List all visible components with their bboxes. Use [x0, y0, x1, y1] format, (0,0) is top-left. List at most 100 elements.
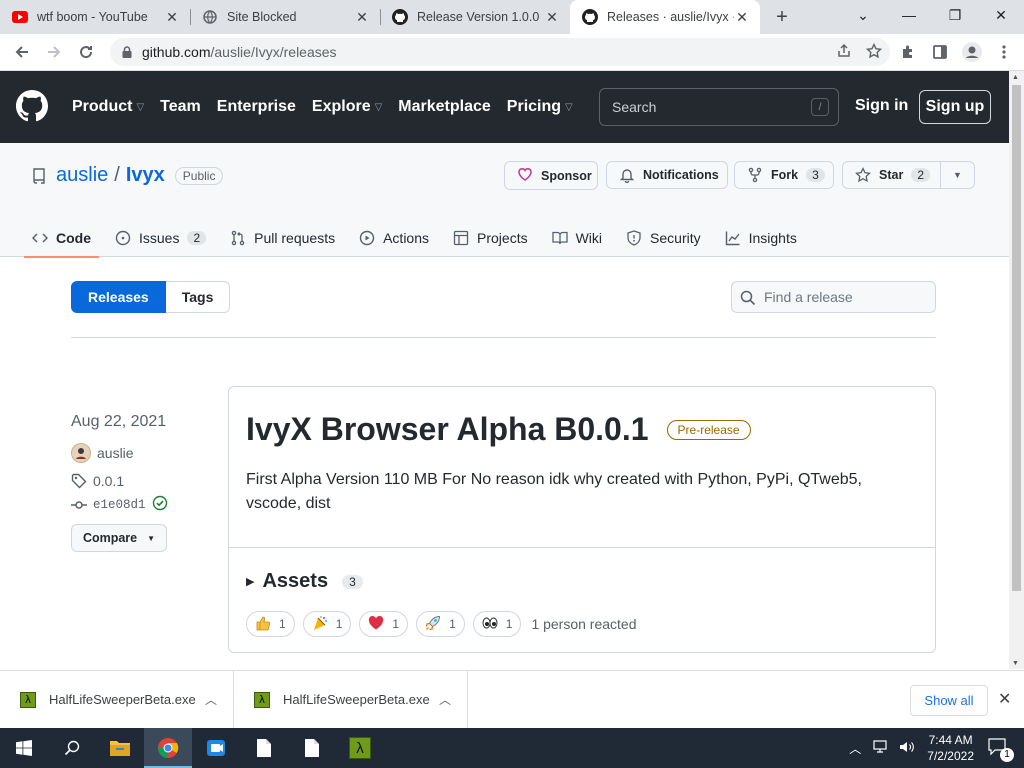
chevron-up-icon[interactable]: ︿ [439, 691, 451, 708]
close-tab-icon[interactable]: ✕ [164, 9, 180, 26]
close-tab-icon[interactable]: ✕ [544, 9, 560, 26]
share-icon[interactable] [836, 43, 852, 62]
file-explorer-icon[interactable] [96, 728, 144, 768]
close-window-icon[interactable]: ✕ [978, 0, 1024, 30]
release-tag[interactable]: 0.0.1 [71, 473, 168, 489]
pull-request-icon [230, 230, 246, 246]
tab-insights[interactable]: Insights [725, 219, 797, 257]
book-icon [551, 230, 568, 246]
tab-wiki[interactable]: Wiki [551, 219, 602, 257]
volume-icon[interactable] [899, 740, 915, 757]
nav-team[interactable]: Team [160, 98, 201, 116]
browser-tab-releases[interactable]: Releases · auslie/Ivyx · ✕ [570, 0, 760, 34]
sponsor-button[interactable]: Sponsor [504, 161, 598, 190]
compare-button[interactable]: Compare ▼ [71, 524, 167, 552]
release-author[interactable]: auslie [71, 443, 168, 463]
windows-start-icon[interactable] [0, 728, 48, 768]
tab-actions[interactable]: Actions [359, 219, 429, 257]
close-tab-icon[interactable]: ✕ [734, 9, 750, 26]
fork-button[interactable]: Fork 3 [734, 161, 834, 189]
repo-name-link[interactable]: Ivyx [126, 164, 165, 187]
clock[interactable]: 7:44 AM 7/2/2022 [927, 732, 974, 764]
tags-tab[interactable]: Tags [165, 281, 231, 313]
minimize-icon[interactable]: — [886, 0, 932, 30]
lambda-file-icon: λ [254, 691, 270, 708]
nav-marketplace[interactable]: Marketplace [398, 98, 491, 116]
download-item[interactable]: λ HalfLifeSweeperBeta.exe ︿ [0, 670, 234, 729]
chrome-icon[interactable] [144, 728, 192, 768]
browser-tab-release[interactable]: Release Version 1.0.0 · ✕ [380, 0, 570, 34]
release-title[interactable]: IvyX Browser Alpha B0.0.1 [246, 411, 649, 448]
tab-security[interactable]: Security [626, 219, 701, 257]
nav-product[interactable]: Product ▽ [72, 98, 144, 116]
github-logo-icon[interactable] [16, 89, 48, 125]
document-icon[interactable] [240, 728, 288, 768]
scrollbar-thumb[interactable] [1012, 85, 1021, 591]
tab-code[interactable]: Code [24, 219, 99, 258]
thumbs-up-icon [255, 615, 271, 634]
notification-count: 1 [1000, 747, 1014, 762]
nav-enterprise[interactable]: Enterprise [217, 98, 296, 116]
search-input[interactable]: Search / [599, 88, 839, 126]
lock-icon[interactable] [122, 46, 132, 58]
back-icon[interactable] [6, 36, 38, 68]
tab-issues[interactable]: Issues 2 [115, 219, 207, 257]
chevron-up-icon[interactable]: ︿ [849, 740, 861, 757]
network-icon[interactable] [873, 739, 889, 757]
document-icon[interactable] [288, 728, 336, 768]
tab-projects[interactable]: Projects [453, 219, 528, 257]
reaction-heart[interactable]: 1 [359, 611, 409, 637]
repo-owner-link[interactable]: auslie [56, 164, 108, 187]
browser-menu-icon[interactable] [990, 37, 1018, 67]
side-panel-icon[interactable] [926, 37, 954, 67]
close-tab-icon[interactable]: ✕ [354, 9, 370, 26]
page-scrollbar[interactable]: ▲ ▼ [1009, 71, 1024, 669]
bookmark-star-icon[interactable] [865, 42, 883, 62]
action-center-icon[interactable]: 1 [988, 737, 1014, 762]
browser-tab-youtube[interactable]: wtf boom - YouTube ✕ [0, 0, 190, 34]
address-bar[interactable]: github.com/auslie/Ivyx/releases [110, 38, 890, 66]
nav-explore[interactable]: Explore ▽ [312, 98, 382, 116]
new-tab-button[interactable]: + [768, 0, 796, 34]
search-icon[interactable] [48, 728, 96, 768]
tab-projects-label: Projects [477, 230, 528, 246]
graph-icon [725, 230, 741, 246]
extensions-icon[interactable] [894, 37, 922, 67]
download-item[interactable]: λ HalfLifeSweeperBeta.exe ︿ [234, 670, 468, 729]
show-all-button[interactable]: Show all [910, 685, 988, 716]
reaction-thumbs-up[interactable]: 1 [246, 611, 295, 637]
tab-pull-requests[interactable]: Pull requests [230, 219, 335, 257]
release-commit[interactable]: e1e08d1 [71, 495, 168, 514]
nav-pricing[interactable]: Pricing ▽ [507, 98, 573, 116]
issues-count: 2 [187, 231, 207, 245]
globe-icon [202, 9, 218, 25]
sign-in-link[interactable]: Sign in [855, 97, 908, 115]
reload-icon[interactable] [70, 36, 102, 68]
assets-count: 3 [342, 574, 363, 589]
tag-icon [71, 473, 87, 489]
video-app-icon[interactable] [192, 728, 240, 768]
restore-icon[interactable]: ❐ [932, 0, 978, 30]
chevron-up-icon[interactable]: ︿ [205, 691, 217, 708]
forward-icon[interactable] [38, 36, 70, 68]
scroll-up-icon[interactable]: ▲ [1012, 74, 1019, 81]
assets-toggle[interactable]: ▶ Assets 3 [246, 570, 363, 593]
releases-tab[interactable]: Releases [71, 281, 166, 313]
release-title-row: IvyX Browser Alpha B0.0.1 Pre-release [246, 411, 751, 448]
tab-title: wtf boom - YouTube [37, 10, 148, 24]
table-icon [453, 230, 469, 246]
close-shelf-icon[interactable]: ✕ [998, 689, 1011, 709]
browser-tab-site-blocked[interactable]: Site Blocked ✕ [190, 0, 380, 34]
lambda-app-icon[interactable]: λ [336, 728, 384, 768]
star-lists-dropdown[interactable]: ▼ [940, 161, 975, 189]
sign-up-button[interactable]: Sign up [919, 90, 991, 124]
reaction-hooray[interactable]: 1 [302, 611, 352, 637]
tab-search-icon[interactable]: ⌄ [840, 0, 886, 30]
find-release-input[interactable]: Find a release [731, 281, 936, 313]
star-button[interactable]: Star 2 [842, 161, 941, 189]
profile-icon[interactable] [958, 37, 986, 67]
notifications-button[interactable]: Notifications [606, 161, 728, 189]
scroll-down-icon[interactable]: ▼ [1012, 660, 1019, 667]
reaction-eyes[interactable]: 1 [472, 611, 522, 637]
reaction-rocket[interactable]: 1 [416, 611, 465, 637]
